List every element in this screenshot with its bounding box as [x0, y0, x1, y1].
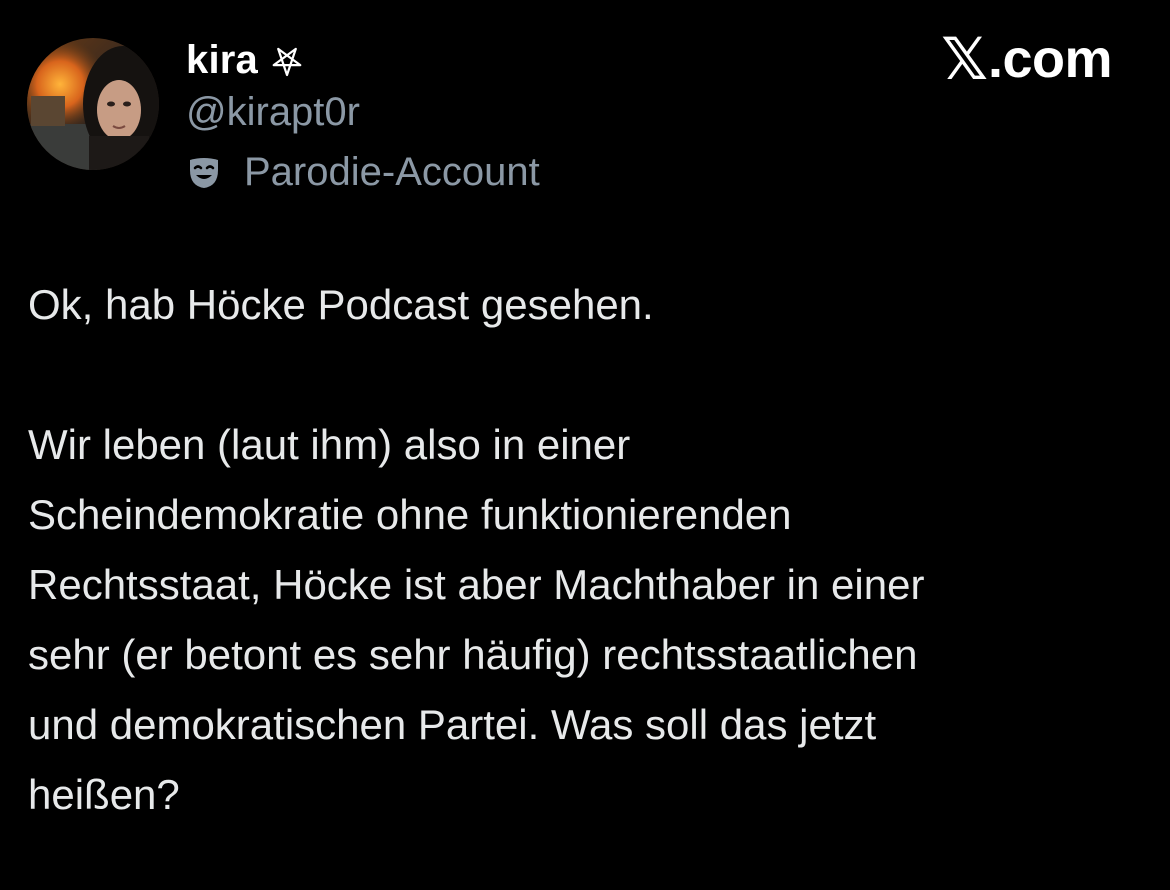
- parody-account-label: Parodie-Account: [244, 150, 540, 194]
- tweet-line: Ok, hab Höcke Podcast gesehen.: [28, 281, 654, 328]
- x-logo-icon: 𝕏: [941, 25, 988, 93]
- display-name-row: kira: [186, 34, 306, 86]
- tweet-line: und demokratischen Partei. Was soll das …: [28, 701, 877, 748]
- tweet-line: Wir leben (laut ihm) also in einer: [28, 421, 631, 468]
- x-brand-logo: 𝕏 .com: [941, 28, 1112, 90]
- tweet-line: sehr (er betont es sehr häufig) rechtsst…: [28, 631, 918, 678]
- brand-domain: .com: [987, 29, 1113, 89]
- pentagram-icon: [268, 42, 306, 80]
- tweet-card: kira @kirapt0r Parodie-Account 𝕏 .com Ok…: [0, 0, 1170, 890]
- avatar-image: [27, 38, 159, 170]
- tweet-line: heißen?: [28, 771, 180, 818]
- parody-label-row: Parodie-Account: [186, 148, 540, 196]
- tweet-text: Ok, hab Höcke Podcast gesehen. Wir leben…: [28, 270, 1148, 830]
- avatar[interactable]: [27, 38, 159, 170]
- display-name[interactable]: kira: [186, 40, 258, 80]
- parody-mask-icon: [186, 154, 222, 190]
- tweet-line: Scheindemokratie ohne funktionierenden: [28, 491, 792, 538]
- user-handle[interactable]: @kirapt0r: [186, 88, 360, 136]
- tweet-line: Rechtsstaat, Höcke ist aber Machthaber i…: [28, 561, 925, 608]
